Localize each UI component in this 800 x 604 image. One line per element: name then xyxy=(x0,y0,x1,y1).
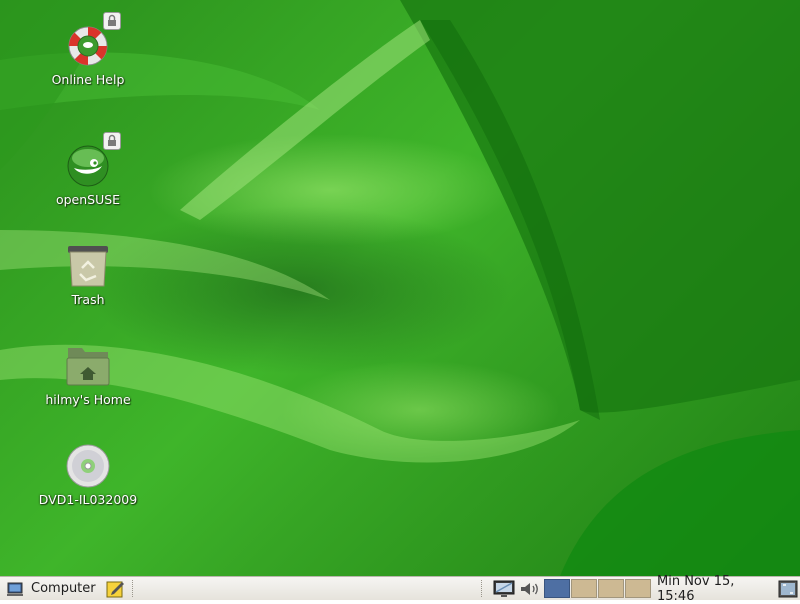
desktop-icon-home[interactable]: hilmy's Home xyxy=(33,342,143,407)
desktop-icon-dvd[interactable]: DVD1-IL032009 xyxy=(33,442,143,507)
desktop-icon-label: hilmy's Home xyxy=(45,392,131,407)
trash-icon xyxy=(64,242,112,290)
lock-icon xyxy=(103,12,121,30)
desktop-icon-label: Online Help xyxy=(51,72,125,87)
show-desktop-icon xyxy=(778,580,798,598)
panel-handle[interactable] xyxy=(132,580,135,597)
workspace-1[interactable] xyxy=(544,579,570,598)
workspace-3[interactable] xyxy=(598,579,624,598)
show-desktop-button[interactable] xyxy=(778,577,798,600)
desktop-icon-label: Trash xyxy=(71,292,105,307)
desktop-icon-opensuse[interactable]: openSUSE xyxy=(33,132,143,207)
speaker-icon xyxy=(519,580,541,598)
workspace-4[interactable] xyxy=(625,579,651,598)
desktop-icon-label: openSUSE xyxy=(55,192,121,207)
notes-launcher[interactable] xyxy=(106,577,126,600)
computer-menu-label: Computer xyxy=(31,581,96,596)
display-settings-button[interactable] xyxy=(493,577,515,600)
monitor-icon xyxy=(493,580,515,598)
home-folder-icon xyxy=(64,342,112,390)
volume-button[interactable] xyxy=(519,577,541,600)
lock-icon xyxy=(103,132,121,150)
bottom-panel: Computer Min Nov 15, 15:46 xyxy=(0,574,800,604)
desktop[interactable]: Online Help openSUSE Trash hilmy's Home … xyxy=(0,0,800,576)
desktop-icon-trash[interactable]: Trash xyxy=(33,242,143,307)
desktop-icon-online-help[interactable]: Online Help xyxy=(33,12,143,87)
notes-icon xyxy=(106,580,126,598)
workspace-2[interactable] xyxy=(571,579,597,598)
computer-icon xyxy=(6,581,24,597)
panel-handle[interactable] xyxy=(481,580,484,597)
computer-menu-button[interactable]: Computer xyxy=(6,577,102,600)
clock[interactable]: Min Nov 15, 15:46 xyxy=(657,574,775,604)
clock-text: Min Nov 15, 15:46 xyxy=(657,573,735,604)
desktop-icon-label: DVD1-IL032009 xyxy=(38,492,138,507)
dvd-icon xyxy=(64,442,112,490)
